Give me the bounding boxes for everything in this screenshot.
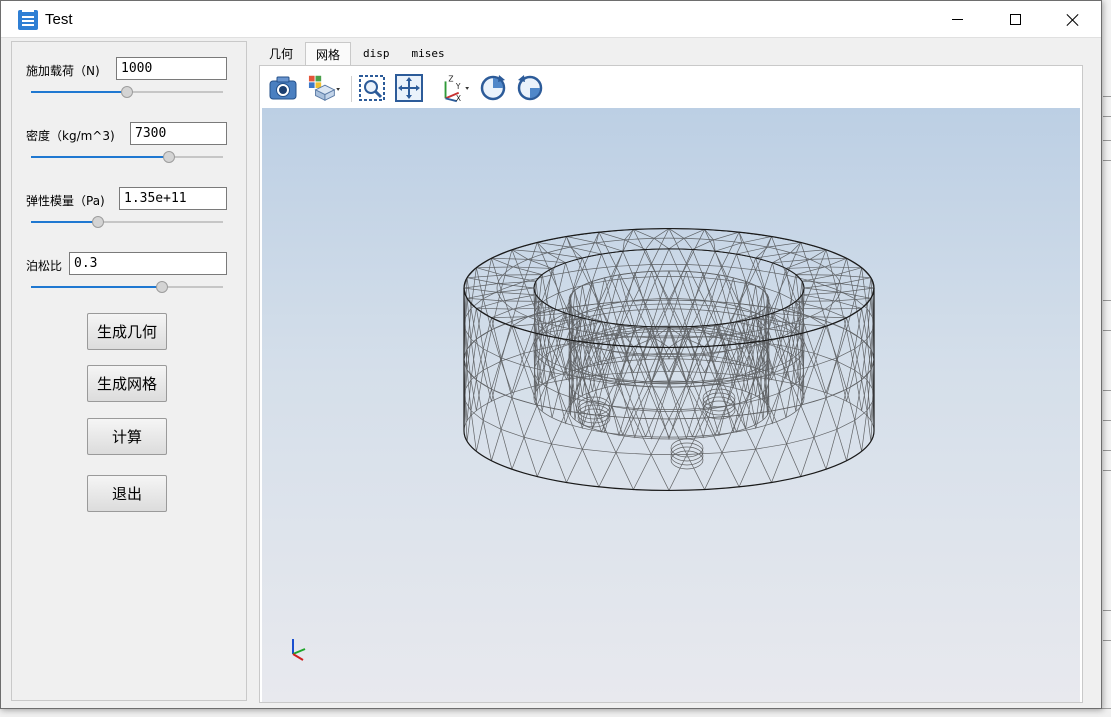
poisson-label: 泊松比 (26, 259, 63, 273)
maximize-button[interactable] (986, 1, 1044, 38)
background-taskbar-strip (0, 708, 1111, 717)
generate-geometry-button[interactable]: 生成几何 (87, 313, 167, 350)
minimize-button[interactable] (928, 1, 986, 38)
view-tabs: 几何 网格 disp mises (259, 42, 457, 66)
exit-button[interactable]: 退出 (87, 475, 167, 512)
modulus-label: 弹性模量（Pa) (26, 194, 105, 208)
load-slider[interactable] (31, 86, 223, 98)
view-cube-icon (308, 75, 340, 101)
modulus-slider-handle[interactable] (92, 216, 105, 228)
tab-geometry[interactable]: 几何 (259, 42, 303, 66)
poisson-slider-handle[interactable] (155, 281, 168, 293)
title-bar[interactable]: Test (1, 1, 1101, 38)
poisson-input[interactable]: 0.3 (69, 252, 227, 275)
mesh-model (463, 227, 875, 492)
compute-button[interactable]: 计算 (87, 418, 167, 455)
close-button[interactable] (1044, 1, 1102, 38)
tab-disp[interactable]: disp (353, 42, 400, 66)
tab-mises[interactable]: mises (402, 42, 455, 66)
fit-view-icon (395, 74, 423, 102)
parameter-panel: 施加载荷（N) 1000 密度（kg/m^3) 7300 弹性模量（Pa) 1.… (11, 41, 247, 701)
axes-orient-icon: Z Y X (444, 74, 470, 103)
density-label: 密度（kg/m^3) (26, 129, 115, 143)
screenshot-button[interactable] (267, 72, 299, 104)
orientation-triad-icon (292, 639, 306, 661)
rotate-ccw-icon (517, 75, 543, 101)
view-cube-button[interactable] (308, 72, 340, 104)
density-slider-handle[interactable] (163, 151, 176, 163)
tab-mesh[interactable]: 网格 (305, 42, 352, 66)
window-title: Test (45, 11, 73, 28)
modulus-slider[interactable] (31, 216, 223, 228)
rotate-cw-button[interactable] (477, 72, 509, 104)
maximize-icon (1009, 14, 1021, 25)
view-panel: Z Y X (259, 65, 1083, 703)
load-label: 施加载荷（N) (26, 64, 100, 78)
svg-text:Z: Z (448, 74, 453, 83)
3d-viewport[interactable] (262, 108, 1080, 702)
close-icon (1066, 13, 1080, 27)
density-input[interactable]: 7300 (130, 122, 227, 145)
density-slider[interactable] (31, 151, 223, 163)
modulus-input[interactable]: 1.35e+11 (119, 187, 227, 210)
viewer-toolbar: Z Y X (262, 68, 1080, 108)
fit-view-button[interactable] (393, 72, 425, 104)
load-input[interactable]: 1000 (116, 57, 227, 80)
poisson-slider[interactable] (31, 281, 223, 293)
camera-icon (269, 76, 297, 100)
axes-orientation-button[interactable]: Z Y X (438, 72, 470, 104)
svg-text:Y: Y (455, 82, 461, 91)
minimize-icon (951, 19, 963, 20)
rotate-cw-icon (480, 75, 506, 101)
load-slider-handle[interactable] (121, 86, 133, 98)
zoom-box-button[interactable] (356, 72, 388, 104)
app-icon (18, 10, 38, 30)
svg-text:X: X (456, 94, 461, 103)
app-window: Test 施加载荷（N) 1000 密度（kg/m^3) 7300 弹性模量（P… (0, 0, 1102, 709)
rotate-ccw-button[interactable] (514, 72, 546, 104)
zoom-box-icon (359, 75, 385, 101)
generate-mesh-button[interactable]: 生成网格 (87, 365, 167, 402)
